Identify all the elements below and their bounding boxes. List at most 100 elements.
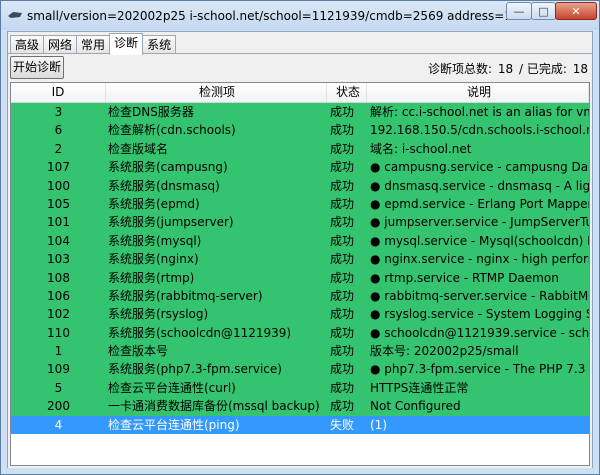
cell-desc: ● nginx.service - nginx - high performan… — [370, 252, 589, 267]
title-bar[interactable]: small/version=202002p25 i-school.net/sch… — [1, 1, 599, 30]
table-row[interactable]: 4 检查云平台连通性(ping) 失败 (1) — [11, 415, 589, 435]
table-row[interactable]: 106 系统服务(rabbitmq-server) 成功 ● rabbitmq-ser… — [11, 286, 589, 306]
cell-status: 成功 — [330, 178, 355, 193]
client-area: 高级 网络 常用 诊断 系统 开始诊断 诊断项总数: 18 / 已完成: 18 … — [7, 31, 593, 468]
table-row[interactable]: 200 一卡通消费数据库备份(mssql backup) 成功 Not Configu… — [11, 397, 589, 416]
tab-diagnose[interactable]: 诊断 — [109, 33, 144, 55]
tab-system[interactable]: 系统 — [142, 35, 177, 54]
close-button[interactable]: ✕ — [555, 2, 597, 20]
cell-status: 成功 — [330, 344, 355, 359]
cell-item: 系统服务(php7.3-fpm.service) — [108, 362, 282, 377]
cell-desc: ● jumpserver.service - JumpServerTunnel — [370, 215, 589, 230]
cell-desc: ● campusng.service - campusng Daemon — [370, 160, 589, 175]
cell-desc: (1) — [370, 417, 387, 432]
table-row[interactable]: 104 系统服务(mysql) 成功 ● mysql.service - Mysql(… — [11, 231, 589, 251]
table-row[interactable]: 102 系统服务(rsyslog) 成功 ● rsyslog.service - Sy… — [11, 305, 589, 324]
col-header-item[interactable]: 检测项 — [106, 83, 327, 102]
table-row[interactable]: 5 检查云平台连通性(curl) 成功 HTTPS连通性正常 — [11, 378, 589, 398]
cell-item: 检查版域名 — [108, 141, 169, 156]
cell-id: 107 — [47, 160, 70, 175]
cell-item: 系统服务(rabbitmq-server) — [108, 288, 263, 303]
table-row[interactable]: 110 系统服务(schoolcdn@1121939) 成功 ● schoolcdn@… — [11, 323, 589, 343]
table-row[interactable]: 100 系统服务(dnsmasq) 成功 ● dnsmasq.service - dn… — [11, 176, 589, 195]
progress-status: 诊断项总数: 18 / 已完成: 18 — [426, 60, 588, 77]
cell-desc: 版本号: 202002p25/small — [370, 344, 519, 359]
cell-desc: 域名: i-school.net — [370, 141, 472, 156]
cell-status: 成功 — [330, 215, 355, 230]
cell-item: 系统服务(jumpserver) — [108, 215, 234, 230]
maximize-button[interactable]: □ — [531, 2, 556, 20]
done-label: / 已完成: — [518, 62, 567, 76]
cell-item: 检查云平台连通性(ping) — [108, 417, 240, 432]
cell-id: 2 — [54, 141, 63, 156]
cell-desc: 解析: cc.i-school.net is an alias for vm0.… — [370, 105, 589, 119]
table-row[interactable]: 108 系统服务(rtmp) 成功 ● rtmp.service - RTMP Dae… — [11, 268, 589, 287]
tab-strip: 高级 网络 常用 诊断 系统 — [10, 33, 177, 55]
cell-status: 成功 — [330, 307, 355, 322]
total-value: 18 — [497, 62, 514, 76]
tab-common[interactable]: 常用 — [76, 35, 111, 54]
cell-item: 检查DNS服务器 — [108, 105, 194, 119]
cell-item: 系统服务(schoolcdn@1121939) — [108, 325, 292, 340]
cell-id: 200 — [47, 399, 70, 414]
cell-desc: ● rsyslog.service - System Logging Servi… — [370, 307, 589, 322]
table-header: ID 检测项 状态 说明 — [11, 83, 589, 103]
cell-desc: Not Configured — [370, 399, 461, 414]
cell-id: 4 — [54, 417, 63, 432]
cell-status: 成功 — [330, 123, 355, 138]
col-header-status[interactable]: 状态 — [327, 83, 367, 102]
cell-item: 检查版本号 — [108, 344, 169, 359]
cell-id: 3 — [54, 105, 63, 119]
table-row[interactable]: 107 系统服务(campusng) 成功 ● campusng.service - … — [11, 158, 589, 177]
cell-id: 103 — [47, 252, 70, 267]
app-window: small/version=202002p25 i-school.net/sch… — [0, 0, 600, 475]
cell-id: 1 — [54, 344, 63, 359]
cell-item: 一卡通消费数据库备份(mssql backup) — [108, 399, 320, 414]
cell-item: 检查云平台连通性(curl) — [108, 380, 236, 395]
cell-id: 108 — [47, 270, 70, 285]
cell-desc: ● epmd.service - Erlang Port Mapper Da — [370, 196, 589, 211]
cell-status: 成功 — [330, 141, 355, 156]
col-header-desc[interactable]: 说明 — [367, 83, 589, 102]
cell-id: 6 — [54, 123, 63, 138]
table-row[interactable]: 103 系统服务(nginx) 成功 ● nginx.service - nginx … — [11, 250, 589, 269]
cell-id: 100 — [47, 178, 70, 193]
cell-status: 成功 — [330, 380, 355, 395]
cell-status: 成功 — [330, 399, 355, 414]
cell-status: 成功 — [330, 362, 355, 377]
table-row[interactable]: 101 系统服务(jumpserver) 成功 ● jumpserver.servic… — [11, 213, 589, 232]
cell-desc: ● schoolcdn@1121939.service - schoolcd — [370, 325, 589, 340]
cell-status: 成功 — [330, 288, 355, 303]
cell-id: 110 — [47, 325, 70, 340]
table-body: 3 检查DNS服务器 成功 解析: cc.i-school.net is an ali… — [11, 103, 589, 435]
cell-id: 102 — [47, 307, 70, 322]
tab-network[interactable]: 网络 — [43, 35, 78, 54]
cell-item: 系统服务(dnsmasq) — [108, 178, 220, 193]
tab-advanced[interactable]: 高级 — [10, 35, 45, 54]
cell-desc: ● php7.3-fpm.service - The PHP 7.3 FastC — [370, 362, 589, 377]
cell-desc: ● dnsmasq.service - dnsmasq - A lightwe — [370, 178, 589, 193]
table-row[interactable]: 3 检查DNS服务器 成功 解析: cc.i-school.net is an ali… — [11, 103, 589, 122]
cell-status: 成功 — [330, 252, 355, 267]
cell-item: 系统服务(campusng) — [108, 160, 228, 175]
cell-status: 失败 — [330, 417, 355, 432]
table-row[interactable]: 109 系统服务(php7.3-fpm.service) 成功 ● php7.3-fp… — [11, 360, 589, 379]
table-row[interactable]: 105 系统服务(epmd) 成功 ● epmd.service - Erlang P… — [11, 194, 589, 214]
cell-desc: 192.168.150.5/cdn.schools.i-school.net — [370, 123, 589, 138]
cell-item: 系统服务(rtmp) — [108, 270, 195, 285]
diagnose-table: ID 检测项 状态 说明 3 检查DNS服务器 成功 解析: cc.i-school.… — [10, 82, 590, 466]
cell-id: 105 — [47, 196, 70, 211]
col-header-id[interactable]: ID — [11, 83, 106, 102]
minimize-button[interactable]: — — [506, 2, 532, 20]
total-label: 诊断项总数: — [428, 62, 493, 76]
cell-desc: HTTPS连通性正常 — [370, 380, 469, 395]
cell-id: 109 — [47, 362, 70, 377]
cell-status: 成功 — [330, 105, 355, 119]
cell-item: 系统服务(nginx) — [108, 252, 199, 267]
cell-id: 106 — [47, 288, 70, 303]
table-row[interactable]: 2 检查版域名 成功 域名: i-school.net — [11, 139, 589, 159]
table-row[interactable]: 1 检查版本号 成功 版本号: 202002p25/small — [11, 342, 589, 361]
start-diagnose-button[interactable]: 开始诊断 — [10, 56, 64, 79]
table-row[interactable]: 6 检查解析(cdn.schools) 成功 192.168.150.5/cdn.sc… — [11, 121, 589, 140]
cell-desc: ● rabbitmq-server.service - RabbitMQ M — [370, 288, 589, 303]
